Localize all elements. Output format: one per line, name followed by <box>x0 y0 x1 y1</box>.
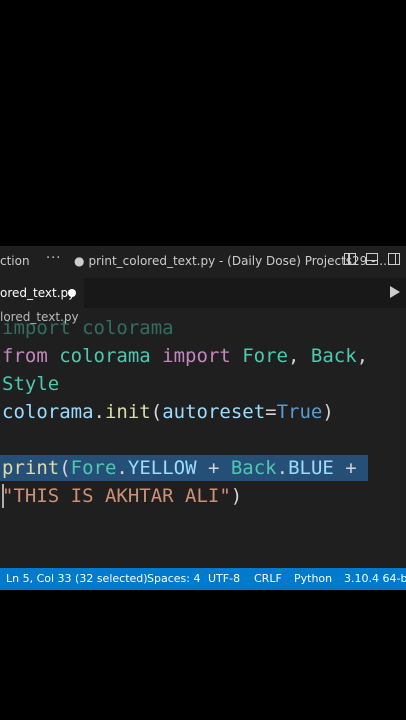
tab-label: ored_text.py <box>0 286 76 300</box>
editor-window: ction ··· ● print_colored_text.py - (Dail… <box>0 246 406 590</box>
code-line-2: from colorama import Fore, Back, <box>2 345 369 367</box>
code-line-4: colorama.init(autoreset=True) <box>2 401 334 423</box>
run-python-file-icon[interactable] <box>390 286 400 298</box>
code-line-3: Style <box>2 373 60 395</box>
status-eol[interactable]: CRLF <box>254 572 282 585</box>
tab-print-colored-text[interactable]: ored_text.py <box>0 278 84 308</box>
code-line-6: "THIS IS AKHTAR ALI") <box>2 485 243 507</box>
status-indentation[interactable]: Spaces: 4 <box>147 572 200 585</box>
toggle-primary-sidebar-icon[interactable] <box>344 253 357 265</box>
window-title: ● print_colored_text.py - (Daily Dose) Pr… <box>74 254 391 268</box>
more-menu-icon[interactable]: ··· <box>46 251 61 266</box>
title-bar: ction ··· ● print_colored_text.py - (Dail… <box>0 246 406 276</box>
code-line-1: import colorama <box>2 317 174 339</box>
status-interpreter-version[interactable]: 3.10.4 64-bit <box>344 572 406 585</box>
toggle-panel-icon[interactable] <box>366 253 379 265</box>
status-encoding[interactable]: UTF-8 <box>208 572 240 585</box>
menu-item-selection[interactable]: ction <box>0 254 30 268</box>
status-bar: Ln 5, Col 33 (32 selected) Spaces: 4 UTF… <box>0 568 406 590</box>
code-line-5: print(Fore.YELLOW + Back.BLUE + <box>2 457 357 479</box>
toggle-secondary-sidebar-icon[interactable] <box>388 253 400 265</box>
status-cursor-position[interactable]: Ln 5, Col 33 (32 selected) <box>6 572 148 585</box>
layout-controls <box>344 253 406 268</box>
tab-bar: ored_text.py <box>0 278 406 308</box>
unsaved-dot-icon: ● <box>74 254 85 268</box>
modified-dot-icon[interactable] <box>68 289 76 297</box>
status-language-mode[interactable]: Python <box>294 572 332 585</box>
